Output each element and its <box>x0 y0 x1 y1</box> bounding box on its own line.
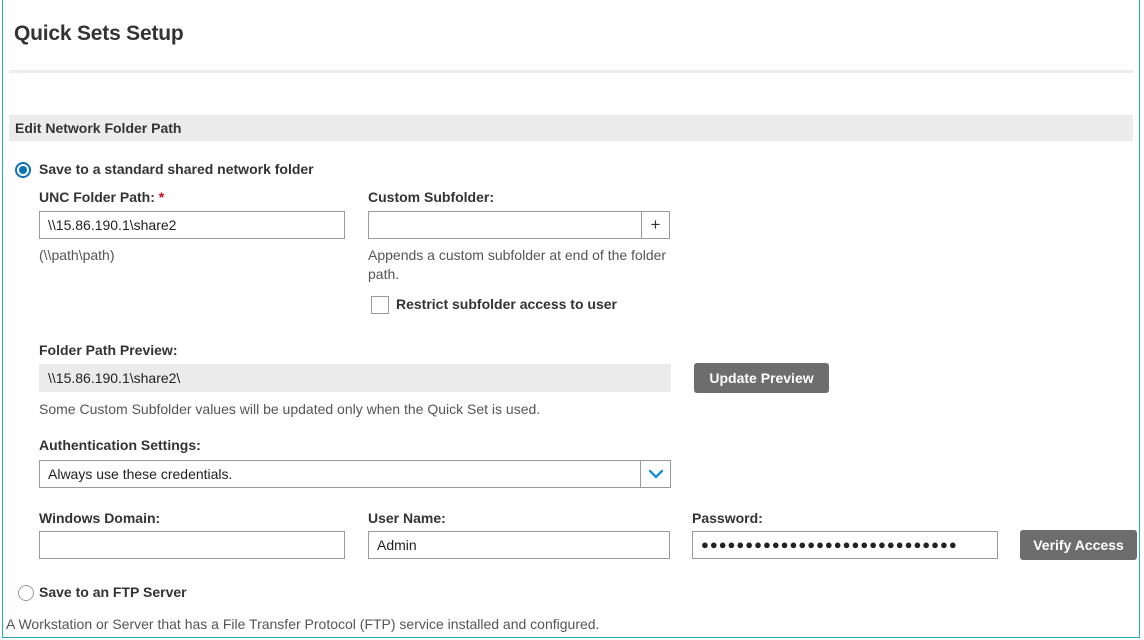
authentication-settings-select[interactable]: Always use these credentials. <box>39 460 671 488</box>
windows-domain-label: Windows Domain: <box>39 510 161 526</box>
restrict-subfolder-checkbox[interactable] <box>371 296 389 314</box>
password-label: Password: <box>692 510 763 526</box>
ftp-server-description: A Workstation or Server that has a File … <box>6 616 600 632</box>
section-header: Edit Network Folder Path <box>9 115 1133 141</box>
custom-subfolder-label: Custom Subfolder: <box>368 189 494 205</box>
quick-sets-panel: Quick Sets Setup Edit Network Folder Pat… <box>2 0 1140 638</box>
folder-path-preview: \\15.86.190.1\share2\ <box>39 364 671 392</box>
authentication-settings-label: Authentication Settings: <box>39 437 201 453</box>
preview-note: Some Custom Subfolder values will be upd… <box>39 401 541 417</box>
user-name-input[interactable] <box>368 531 670 559</box>
standard-folder-radio[interactable] <box>15 162 31 178</box>
unc-folder-path-input[interactable] <box>39 211 345 239</box>
ftp-server-label: Save to an FTP Server <box>39 584 187 600</box>
page-title: Quick Sets Setup <box>14 22 184 45</box>
standard-folder-label: Save to a standard shared network folder <box>39 161 314 177</box>
folder-path-preview-label: Folder Path Preview: <box>39 342 178 358</box>
unc-folder-path-label: UNC Folder Path: * <box>39 189 165 205</box>
chevron-down-icon <box>640 461 670 487</box>
unc-format-hint: (\\path\path) <box>39 247 115 263</box>
add-subfolder-button[interactable]: + <box>641 212 669 238</box>
authentication-selected-value: Always use these credentials. <box>48 466 233 482</box>
restrict-subfolder-label: Restrict subfolder access to user <box>396 296 617 312</box>
title-divider <box>9 70 1133 73</box>
custom-subfolder-field: + <box>368 211 670 239</box>
verify-access-button[interactable]: Verify Access <box>1020 530 1137 560</box>
required-marker: * <box>158 189 165 205</box>
ftp-server-radio[interactable] <box>18 585 34 601</box>
windows-domain-input[interactable] <box>39 531 345 559</box>
user-name-label: User Name: <box>368 510 446 526</box>
password-input[interactable]: ●●●●●●●●●●●●●●●●●●●●●●●●●●●●● <box>692 531 998 559</box>
custom-subfolder-help: Appends a custom subfolder at end of the… <box>368 247 667 282</box>
update-preview-button[interactable]: Update Preview <box>694 363 829 393</box>
custom-subfolder-input[interactable] <box>369 212 641 238</box>
